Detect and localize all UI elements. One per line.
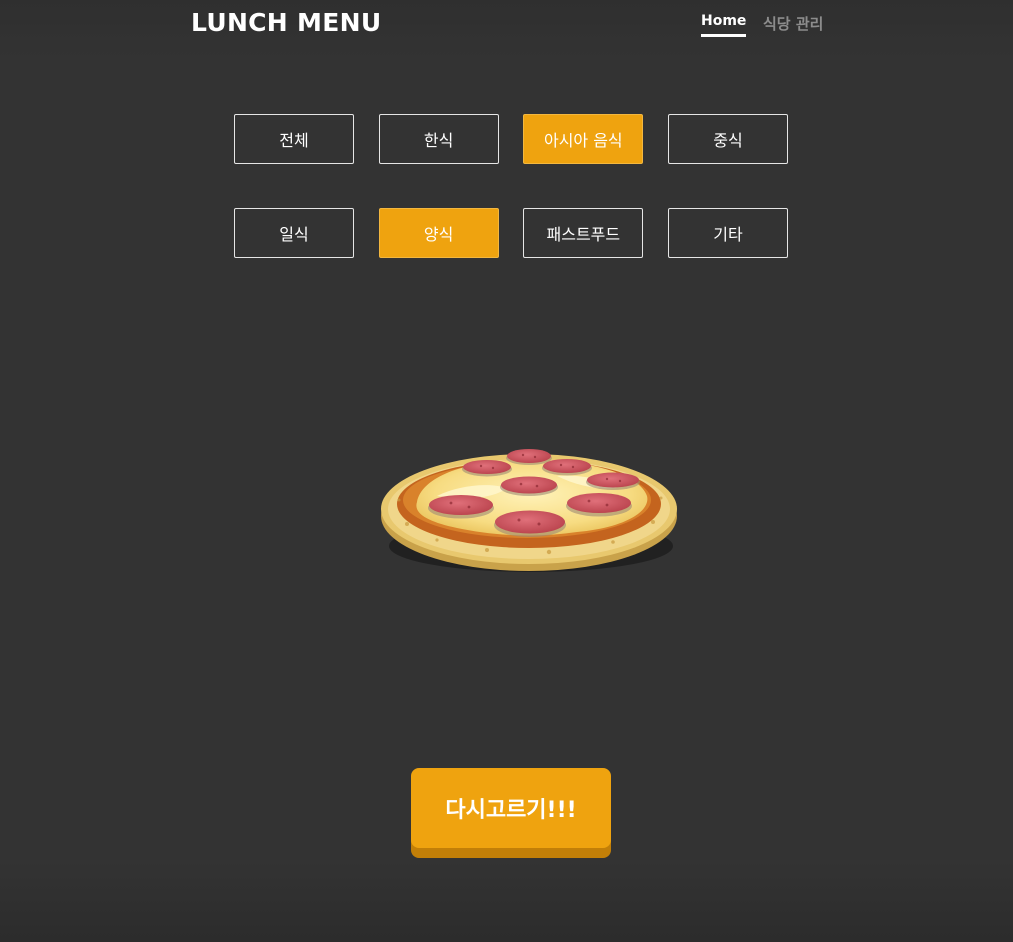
category-filter-grid: 전체 한식 아시아 음식 중식 일식 양식 패스트푸드 기타: [234, 114, 788, 258]
top-navbar: LUNCH MENU Home 식당 관리: [0, 0, 1013, 52]
category-chinese-button[interactable]: 중식: [667, 114, 788, 164]
category-etc-button[interactable]: 기타: [667, 208, 788, 258]
category-fastfood-button[interactable]: 패스트푸드: [523, 208, 644, 258]
category-all-button[interactable]: 전체: [234, 114, 354, 164]
category-asian-button[interactable]: 아시아 음식: [523, 114, 644, 164]
pepperoni-pizza-icon: [377, 436, 681, 576]
brand-title[interactable]: LUNCH MENU: [191, 8, 381, 37]
category-western-button[interactable]: 양식: [378, 208, 499, 258]
category-korean-button[interactable]: 한식: [378, 114, 499, 164]
nav-restaurant-management-link[interactable]: 식당 관리: [763, 13, 823, 34]
category-japanese-button[interactable]: 일식: [234, 208, 354, 258]
reroll-button[interactable]: 다시고르기!!!: [411, 768, 611, 848]
nav-home-link[interactable]: Home: [701, 13, 747, 37]
